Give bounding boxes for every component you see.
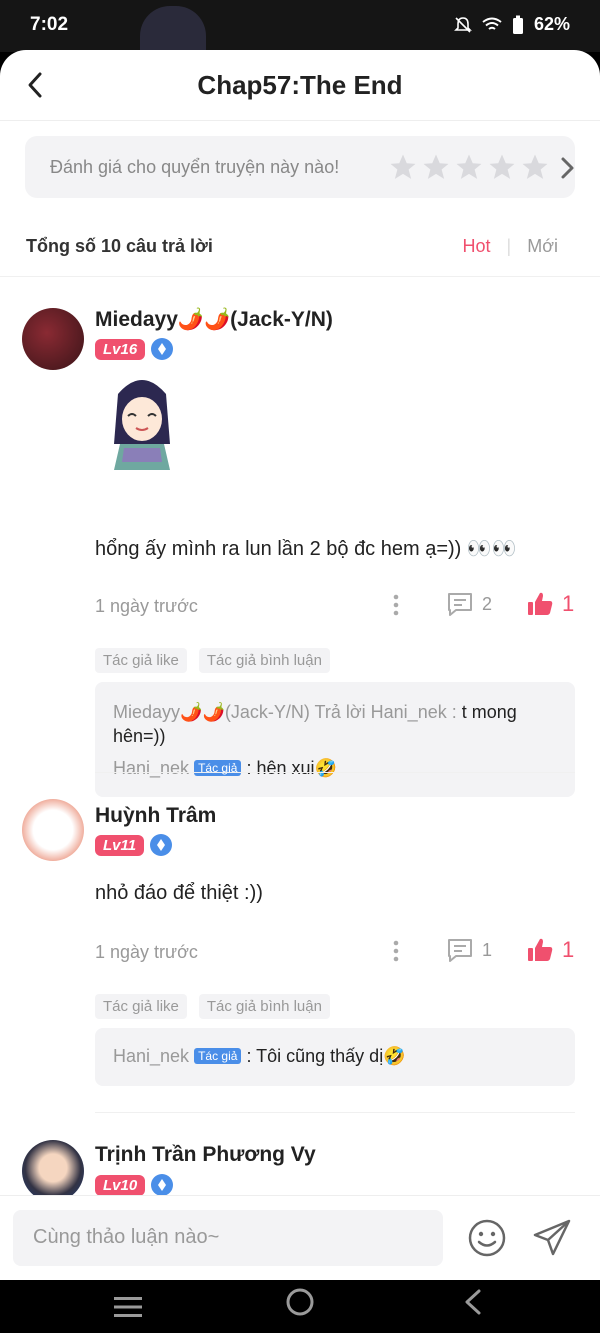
rating-stars[interactable] [388,152,550,182]
avatar[interactable] [22,308,84,370]
author-like-tag: Tác giả like [95,994,187,1019]
floating-avatar [140,6,206,52]
emoji-icon[interactable] [467,1218,507,1258]
like-count: 1 [562,591,575,616]
composer-bar: Cùng thảo luận nào~ [0,1195,600,1280]
reply-item: Hani_nek Tác giả : Tôi cũng thấy dị🤣 [113,1046,406,1066]
header: Chap57:The End [0,50,600,121]
level-badge: Lv10 [95,1174,146,1196]
reply-count: 2 [482,593,493,614]
thumb-up-icon [528,592,553,615]
replies-box[interactable]: Hani_nek Tác giả : Tôi cũng thấy dị🤣 [95,1028,575,1086]
sticker-image [100,374,184,470]
author-reply-tag: Tác giả bình luận [198,994,330,1019]
author-badge: Tác giả [194,1048,242,1064]
bell-off-icon [454,16,472,33]
total-replies: Tổng số 10 câu trả lời [26,236,213,256]
user-badges: Lv11 [95,834,173,856]
reply-button[interactable]: 2 [446,591,492,617]
rating-bar[interactable]: Đánh giá cho quyển truyện này nào! [25,136,575,198]
home-icon[interactable] [286,1288,314,1321]
author-tags: Tác giả like Tác giả bình luận [95,994,330,1019]
comment-item: Miedayy🌶️🌶️(Jack-Y/N) Lv16 hổng ấy mình … [0,276,600,797]
battery-icon [512,15,523,34]
sort-hot-tab[interactable]: Hot [463,236,491,257]
star-icon[interactable] [388,152,418,182]
reply-item: Miedayy🌶️🌶️(Jack-Y/N) Trả lời Hani_nek :… [113,702,517,746]
comment-icon [448,593,472,616]
battery-percent: 62% [533,14,570,34]
comments-sheet: Chap57:The End Đánh giá cho quyển truyện… [0,50,600,1280]
like-button[interactable]: 1 [526,937,574,963]
status-bar: 7:02 62% [0,0,600,52]
comment-icon [448,939,472,962]
star-icon[interactable] [487,152,517,182]
sort-tabs: Hot | Mới [463,236,559,257]
avatar[interactable] [22,1140,84,1202]
author-like-tag: Tác giả like [95,648,187,673]
page-title: Chap57:The End [197,70,403,100]
star-icon[interactable] [454,152,484,182]
comment-username[interactable]: Trịnh Trần Phương Vy [95,1143,316,1167]
nav-back-icon[interactable] [462,1288,484,1321]
sort-divider: | [506,236,512,256]
system-nav-bar [0,1280,600,1333]
send-icon[interactable] [532,1218,572,1258]
comment-username[interactable]: Huỳnh Trâm [95,804,216,828]
star-icon[interactable] [520,152,550,182]
comment-item: Huỳnh Trâm Lv11 nhỏ đáo để thiệt :)) 1 n… [0,772,600,1112]
reply-count: 1 [482,939,493,960]
sort-new-tab[interactable]: Mới [527,236,558,257]
verified-icon [151,1174,174,1196]
comment-username[interactable]: Miedayy🌶️🌶️(Jack-Y/N) [95,308,333,332]
verified-icon [150,834,173,856]
reply-button[interactable]: 1 [446,937,492,963]
chevron-right-icon[interactable] [559,156,575,180]
comment-item: Trịnh Trần Phương Vy Lv10 [0,1112,600,1202]
comment-time: 1 ngày trước [95,942,198,962]
comment-text: nhỏ đáo để thiệt :)) [95,882,263,904]
level-badge: Lv11 [95,834,145,856]
status-time: 7:02 [30,14,69,35]
like-count: 1 [562,937,575,962]
wifi-icon [482,17,502,30]
rating-prompt: Đánh giá cho quyển truyện này nào! [50,157,340,177]
avatar[interactable] [22,799,84,861]
thumb-up-icon [528,938,553,961]
status-icons: 62% [454,14,570,35]
author-reply-tag: Tác giả bình luận [198,648,330,673]
star-icon[interactable] [421,152,451,182]
menu-icon[interactable] [113,1296,143,1323]
comment-input-placeholder: Cùng thảo luận nào~ [33,1226,220,1248]
user-badges: Lv10 [95,1174,174,1196]
verified-icon [151,338,174,360]
level-badge: Lv16 [95,338,146,360]
more-icon[interactable] [390,939,402,963]
user-badges: Lv16 [95,338,174,360]
comment-time: 1 ngày trước [95,596,198,616]
like-button[interactable]: 1 [526,591,574,617]
more-icon[interactable] [390,593,402,617]
author-tags: Tác giả like Tác giả bình luận [95,648,330,673]
comment-input[interactable]: Cùng thảo luận nào~ [13,1210,443,1266]
comment-text: hổng ấy mình ra lun lần 2 bộ đc hem ạ=))… [95,538,517,560]
